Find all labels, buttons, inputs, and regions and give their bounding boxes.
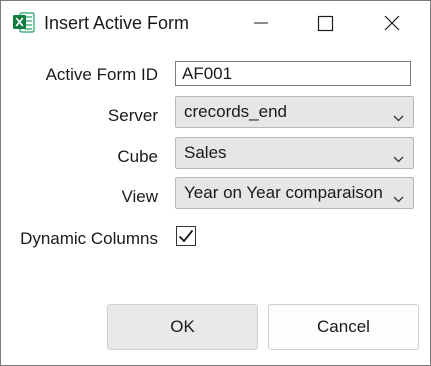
dynamic-columns-label: Dynamic Columns bbox=[20, 229, 158, 248]
view-select-value: Year on Year comparaison bbox=[184, 183, 383, 202]
close-button[interactable] bbox=[369, 1, 415, 45]
minimize-icon bbox=[238, 22, 284, 49]
cube-select-value: Sales bbox=[184, 143, 227, 162]
server-label: Server bbox=[107, 106, 158, 125]
cube-label: Cube bbox=[117, 147, 158, 166]
server-select[interactable]: crecords_end bbox=[175, 96, 414, 128]
server-select-value: crecords_end bbox=[184, 102, 288, 121]
view-label: View bbox=[121, 187, 158, 206]
active-form-id-input[interactable] bbox=[175, 61, 411, 86]
window-title: Insert Active Form bbox=[44, 13, 190, 33]
chevron-down-icon bbox=[393, 109, 404, 122]
excel-icon bbox=[13, 12, 35, 33]
ok-button[interactable]: OK bbox=[107, 304, 258, 350]
active-form-id-label: Active Form ID bbox=[45, 65, 158, 84]
title-bar[interactable]: Insert Active Form bbox=[1, 1, 430, 45]
minimize-button[interactable] bbox=[238, 1, 284, 45]
chevron-down-icon bbox=[393, 190, 404, 203]
chevron-down-icon bbox=[393, 150, 404, 163]
insert-active-form-dialog: Insert Active Form Active Form ID Server… bbox=[0, 0, 431, 366]
maximize-icon bbox=[303, 15, 349, 49]
cube-select[interactable]: Sales bbox=[175, 137, 414, 169]
maximize-button[interactable] bbox=[303, 1, 349, 45]
dynamic-columns-checkbox[interactable] bbox=[176, 226, 196, 246]
close-icon bbox=[369, 15, 415, 49]
cancel-button[interactable]: Cancel bbox=[268, 304, 419, 350]
view-select[interactable]: Year on Year comparaison bbox=[175, 177, 414, 209]
